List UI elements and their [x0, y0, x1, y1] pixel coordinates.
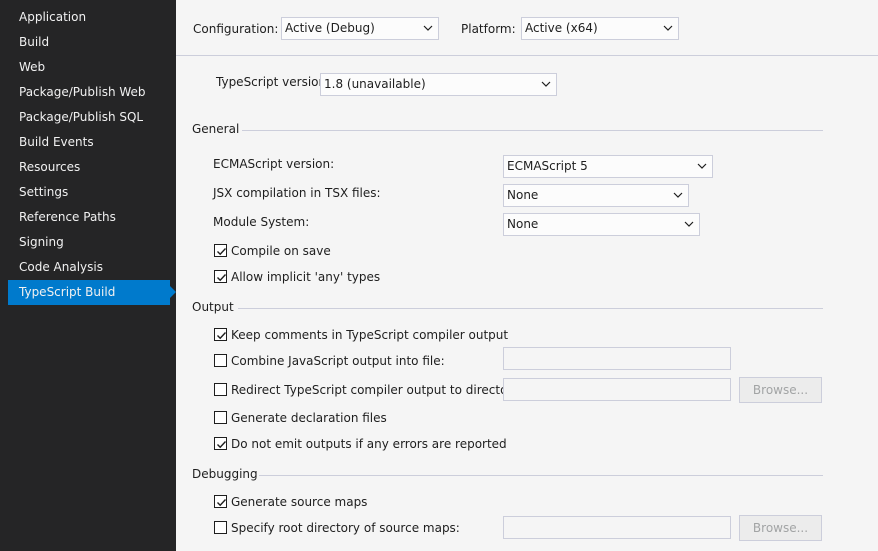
- checkmark-icon: [217, 499, 227, 507]
- sidebar-item-web[interactable]: Web: [8, 55, 170, 80]
- configuration-select[interactable]: Active (Debug): [281, 17, 439, 40]
- redirect-output-checkbox[interactable]: [214, 383, 227, 396]
- sidebar-item-typescript-build[interactable]: TypeScript Build: [8, 280, 176, 305]
- keep-comments-checkbox[interactable]: [214, 328, 227, 341]
- browse-source-maps-button[interactable]: Browse...: [739, 515, 822, 541]
- browse-output-dir-button[interactable]: Browse...: [739, 377, 822, 403]
- sidebar-item-build[interactable]: Build: [8, 30, 170, 55]
- generate-declaration-label: Generate declaration files: [231, 411, 387, 425]
- allow-implicit-any-label: Allow implicit 'any' types: [231, 270, 381, 284]
- ts-version-select[interactable]: 1.8 (unavailable): [320, 73, 557, 96]
- sidebar-item-build-events[interactable]: Build Events: [8, 130, 170, 155]
- keep-comments-label: Keep comments in TypeScript compiler out…: [231, 328, 509, 342]
- platform-select[interactable]: Active (x64): [521, 17, 679, 40]
- chevron-down-icon: [423, 25, 433, 31]
- ecmascript-label: ECMAScript version:: [213, 157, 335, 171]
- sidebar-item-reference-paths[interactable]: Reference Paths: [8, 205, 170, 230]
- jsx-select[interactable]: None: [503, 184, 689, 207]
- checkmark-icon: [217, 274, 227, 282]
- sidebar: Application Build Web Package/Publish We…: [0, 0, 176, 551]
- jsx-value: None: [507, 188, 539, 202]
- chevron-down-icon: [541, 81, 551, 87]
- sidebar-item-code-analysis[interactable]: Code Analysis: [8, 255, 170, 280]
- chevron-down-icon: [663, 25, 673, 31]
- source-maps-root-checkbox[interactable]: [214, 521, 227, 534]
- module-system-label: Module System:: [213, 215, 310, 229]
- general-divider: [242, 130, 823, 131]
- combine-js-checkbox[interactable]: [214, 354, 227, 367]
- output-divider: [238, 308, 823, 309]
- checkmark-icon: [217, 441, 227, 449]
- module-system-select[interactable]: None: [503, 213, 700, 236]
- compile-on-save-checkbox[interactable]: [214, 244, 227, 257]
- general-section-title: General: [192, 122, 240, 136]
- configuration-label: Configuration:: [193, 22, 279, 36]
- sidebar-item-settings[interactable]: Settings: [8, 180, 170, 205]
- platform-value: Active (x64): [525, 21, 598, 35]
- checkmark-icon: [217, 248, 227, 256]
- header-divider: [176, 55, 878, 56]
- generate-declaration-checkbox[interactable]: [214, 411, 227, 424]
- redirect-output-dir-input[interactable]: [503, 378, 731, 401]
- chevron-down-icon: [684, 221, 694, 227]
- debugging-divider: [259, 475, 823, 476]
- sidebar-item-resources[interactable]: Resources: [8, 155, 170, 180]
- main-panel: Configuration: Active (Debug) Platform: …: [176, 0, 878, 551]
- configuration-value: Active (Debug): [285, 21, 375, 35]
- no-emit-on-error-checkbox[interactable]: [214, 437, 227, 450]
- generate-source-maps-checkbox[interactable]: [214, 495, 227, 508]
- generate-source-maps-label: Generate source maps: [231, 495, 368, 509]
- ecmascript-select[interactable]: ECMAScript 5: [503, 155, 713, 178]
- sidebar-item-package-publish-web[interactable]: Package/Publish Web: [8, 80, 170, 105]
- platform-label: Platform:: [461, 22, 516, 36]
- jsx-label: JSX compilation in TSX files:: [213, 186, 381, 200]
- source-maps-root-input[interactable]: [503, 516, 731, 539]
- source-maps-root-label: Specify root directory of source maps:: [231, 521, 460, 535]
- output-section-title: Output: [192, 300, 234, 314]
- combine-js-label: Combine JavaScript output into file:: [231, 354, 445, 368]
- checkmark-icon: [217, 332, 227, 340]
- sidebar-item-application[interactable]: Application: [8, 5, 170, 30]
- no-emit-on-error-label: Do not emit outputs if any errors are re…: [231, 437, 507, 451]
- ecmascript-value: ECMAScript 5: [507, 159, 588, 173]
- debugging-section-title: Debugging: [192, 467, 258, 481]
- sidebar-item-signing[interactable]: Signing: [8, 230, 170, 255]
- compile-on-save-label: Compile on save: [231, 244, 331, 258]
- chevron-down-icon: [673, 192, 683, 198]
- combine-js-file-input[interactable]: [503, 347, 731, 370]
- redirect-output-label: Redirect TypeScript compiler output to d…: [231, 383, 523, 397]
- allow-implicit-any-checkbox[interactable]: [214, 270, 227, 283]
- ts-version-label: TypeScript version:: [216, 75, 331, 89]
- module-system-value: None: [507, 217, 539, 231]
- sidebar-item-package-publish-sql[interactable]: Package/Publish SQL: [8, 105, 170, 130]
- chevron-down-icon: [697, 163, 707, 169]
- ts-version-value: 1.8 (unavailable): [324, 77, 426, 91]
